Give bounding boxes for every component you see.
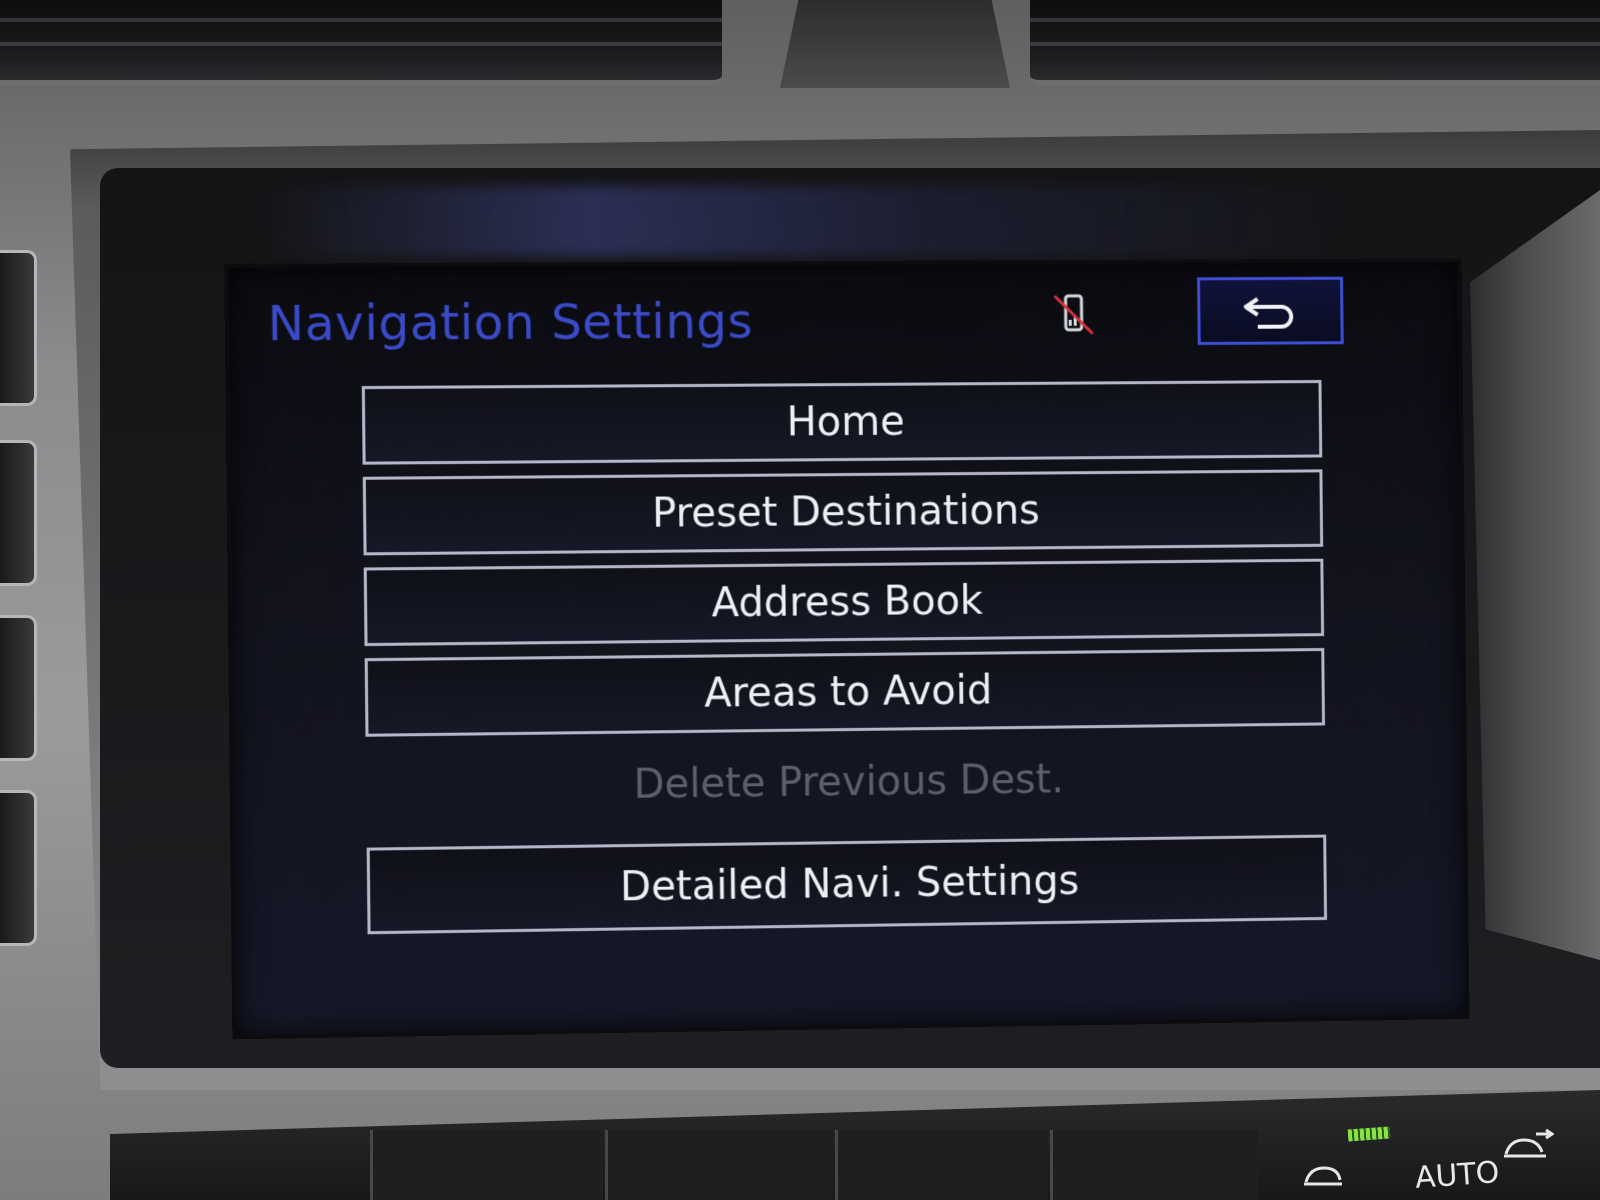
- climate-button-2[interactable]: [605, 1130, 833, 1200]
- hard-button-4[interactable]: [0, 790, 37, 946]
- settings-menu: Home Preset Destinations Address Book Ar…: [361, 380, 1328, 946]
- back-arrow-icon: [1236, 289, 1305, 333]
- dashboard-vent-right: [1030, 0, 1600, 86]
- hard-button-3[interactable]: [0, 615, 37, 761]
- menu-item-label: Home: [786, 398, 905, 446]
- climate-button-4[interactable]: [1050, 1130, 1258, 1200]
- menu-item-label: Areas to Avoid: [703, 667, 993, 717]
- dashboard-vent-left: [0, 0, 722, 86]
- phone-disconnected-icon: [1049, 290, 1099, 340]
- hard-button-1[interactable]: [0, 250, 37, 406]
- screen-reflection: [260, 186, 1360, 256]
- menu-item-label: Delete Previous Dest.: [633, 756, 1065, 808]
- menu-item-address-book[interactable]: Address Book: [363, 558, 1325, 647]
- fresh-air-icon[interactable]: [1500, 1128, 1555, 1166]
- menu-item-detailed-navi-settings[interactable]: Detailed Navi. Settings: [366, 834, 1328, 935]
- menu-item-areas-to-avoid[interactable]: Areas to Avoid: [364, 648, 1326, 737]
- bezel-right-trim: [1470, 190, 1600, 960]
- auto-button[interactable]: AUTO: [1414, 1155, 1501, 1196]
- hard-button-2[interactable]: [0, 440, 37, 586]
- menu-item-label: Preset Destinations: [651, 487, 1041, 537]
- menu-item-home[interactable]: Home: [361, 380, 1323, 465]
- navigation-settings-screen: Navigation Settings Home Preset Destinat…: [228, 262, 1466, 1036]
- back-button[interactable]: [1197, 276, 1344, 346]
- dashboard-vent-divider: [780, 0, 1010, 88]
- menu-item-preset-destinations[interactable]: Preset Destinations: [362, 469, 1324, 556]
- air-recirculation-icon[interactable]: [1300, 1160, 1346, 1194]
- climate-button-1[interactable]: [370, 1130, 603, 1200]
- menu-item-delete-previous-dest: Delete Previous Dest.: [366, 737, 1326, 827]
- menu-item-label: Address Book: [711, 577, 984, 627]
- climate-button-3[interactable]: [835, 1130, 1048, 1200]
- menu-item-label: Detailed Navi. Settings: [619, 857, 1080, 911]
- page-title: Navigation Settings: [267, 293, 754, 353]
